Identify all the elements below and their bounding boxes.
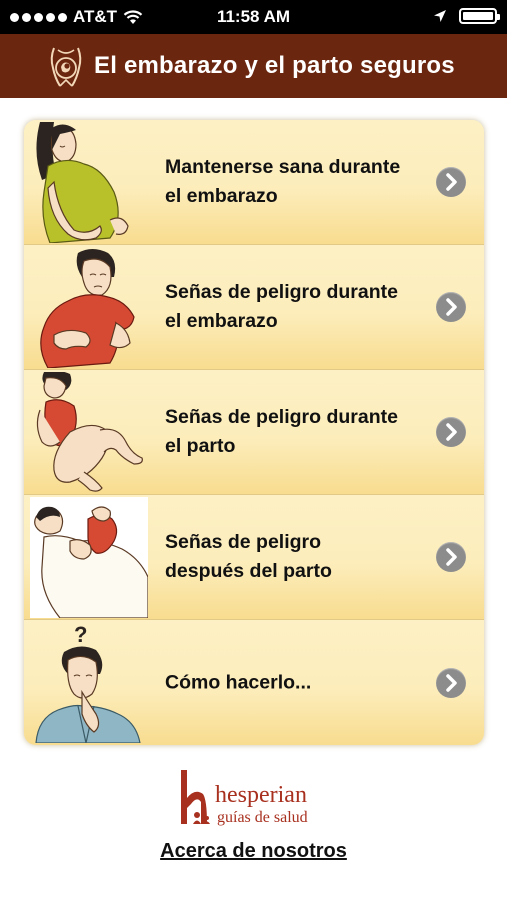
menu-item-healthy-pregnancy[interactable]: Mantenerse sana durante el embarazo: [24, 120, 484, 245]
menu-item-labor-danger-signs[interactable]: Señas de peligro durante el parto: [24, 370, 484, 495]
svg-text:guías de salud: guías de salud: [217, 809, 308, 826]
hesperian-logo: hesperian guías de salud: [181, 770, 308, 826]
page-title: El embarazo y el parto seguros: [94, 52, 455, 79]
topics-menu: Mantenerse sana durante el embarazo Señas…: [24, 120, 484, 745]
woman-thinking-illustration: ?: [35, 622, 141, 743]
pregnancy-logo-icon: [50, 47, 82, 87]
mother-with-newborn-illustration: [30, 497, 148, 618]
about-us-link[interactable]: Acerca de nosotros: [0, 840, 507, 863]
battery-icon: [459, 8, 500, 24]
menu-item-label: Mantenerse sana durante el embarazo: [165, 156, 401, 207]
menu-item-label: Señas de peligro después del parto: [165, 531, 332, 582]
woman-giving-birth-illustration: [36, 372, 143, 492]
chevron-right-icon[interactable]: [436, 292, 466, 322]
chevron-right-icon[interactable]: [436, 667, 466, 698]
menu-item-label: Cómo hacerlo...: [165, 671, 312, 693]
pregnant-woman-green-shirt-illustration: [36, 122, 129, 243]
svg-text:?: ?: [74, 622, 87, 647]
status-time: 11:58 AM: [216, 7, 291, 26]
chevron-right-icon[interactable]: [436, 167, 466, 197]
menu-item-label: Señas de peligro durante el embarazo: [165, 281, 398, 332]
menu-item-how-to[interactable]: ? Cómo hacerlo...: [24, 620, 484, 745]
menu-item-label: Señas de peligro durante el parto: [165, 406, 398, 457]
location-arrow-icon: [434, 10, 446, 22]
menu-item-postpartum-danger-signs[interactable]: Señas de peligro después del parto: [24, 495, 484, 620]
nav-bar: El embarazo y el parto seguros: [0, 34, 507, 98]
status-bar: AT&T 11:58 AM: [0, 0, 507, 34]
chevron-right-icon[interactable]: [436, 542, 466, 572]
svg-text:hesperian: hesperian: [215, 782, 307, 808]
pregnant-woman-red-shirt-illustration: [40, 249, 135, 368]
menu-item-pregnancy-danger-signs[interactable]: Señas de peligro durante el embarazo: [24, 245, 484, 370]
chevron-right-icon[interactable]: [436, 417, 466, 447]
